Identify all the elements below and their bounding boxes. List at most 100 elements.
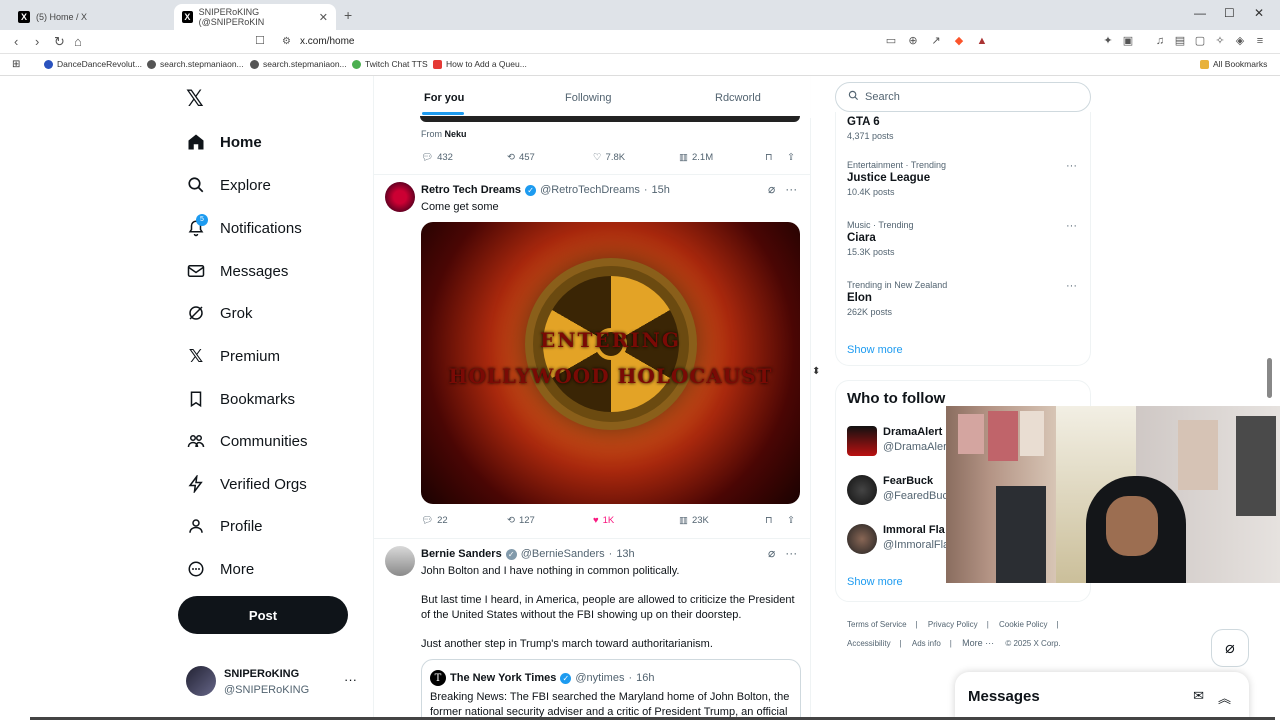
bookmark-page-icon[interactable]: ☐	[255, 34, 265, 47]
repost-button[interactable]: ⟲ 127	[507, 515, 535, 526]
brave-shield-icon[interactable]: ◆	[953, 35, 965, 47]
close-tab-icon[interactable]: ✕	[319, 11, 328, 24]
bookmark-item[interactable]: Twitch Chat TTS	[352, 59, 428, 69]
share-post-icon[interactable]: ⇪	[787, 152, 795, 163]
nav-messages[interactable]: Messages	[186, 261, 288, 281]
nav-premium[interactable]: 𝕏 Premium	[186, 346, 280, 366]
more-dots-icon[interactable]: ···	[1066, 280, 1077, 292]
footer-link[interactable]: Cookie Policy	[999, 620, 1047, 629]
reply-button[interactable]: 💬︎ 22	[421, 515, 448, 526]
more-dots-icon[interactable]: ···	[785, 182, 797, 196]
home-browser-icon[interactable]: ⌂	[74, 34, 82, 49]
author-handle[interactable]: @RetroTechDreams	[540, 184, 640, 196]
bookmark-item[interactable]: search.stepmaniaon...	[250, 59, 347, 69]
reply-button[interactable]: 💬︎ 432	[421, 152, 453, 163]
messages-drawer[interactable]: Messages ✉ ︽	[955, 672, 1249, 720]
music-icon[interactable]: ♫	[1154, 35, 1166, 47]
nav-verified-orgs[interactable]: Verified Orgs	[186, 474, 307, 494]
more-dots-icon[interactable]: ···	[1066, 220, 1077, 232]
repost-button[interactable]: ⟲ 457	[507, 152, 535, 163]
post-button[interactable]: Post	[178, 596, 348, 634]
like-button[interactable]: ♥ 1K	[593, 515, 614, 526]
nav-home[interactable]: Home	[186, 132, 262, 152]
bookmark-item[interactable]: search.stepmaniaon...	[147, 59, 244, 69]
author-name[interactable]: Retro Tech Dreams	[421, 184, 521, 196]
extensions-icon[interactable]: ✦	[1102, 35, 1114, 47]
nav-notifications[interactable]: 5 Notifications	[186, 214, 302, 238]
site-info-icon[interactable]: ⚙	[282, 36, 291, 47]
trend-item[interactable]: GTA 6 4,371 posts	[847, 114, 1077, 141]
url-field[interactable]: x.com/home	[300, 36, 354, 47]
nav-profile[interactable]: Profile	[186, 516, 263, 536]
share-post-icon[interactable]: ⇪	[787, 515, 795, 526]
scrollbar-thumb[interactable]	[1267, 358, 1272, 398]
grok-icon[interactable]: ⌀	[768, 546, 775, 560]
more-dots-icon[interactable]: ···	[785, 546, 797, 560]
footer-link[interactable]: Accessibility	[847, 639, 891, 648]
forward-icon[interactable]: ›	[35, 34, 39, 49]
follow-suggestion[interactable]: FearBuck @FearedBuck	[847, 475, 953, 505]
like-button[interactable]: ♡ 7.8K	[593, 152, 625, 163]
sidebar-toggle-icon[interactable]: ▣	[1122, 35, 1134, 47]
nav-communities[interactable]: Communities	[186, 431, 308, 451]
grok-floating-button[interactable]: ⌀	[1211, 629, 1249, 667]
avatar[interactable]	[385, 546, 415, 576]
bookmark-post-icon[interactable]: ⊓	[765, 515, 772, 526]
footer-link[interactable]: Terms of Service	[847, 620, 907, 629]
maximize-icon[interactable]: ☐	[1224, 6, 1235, 20]
bookmark-item[interactable]: How to Add a Queu...	[433, 59, 527, 69]
nav-grok[interactable]: Grok	[186, 303, 253, 323]
cast-icon[interactable]: ▭	[885, 35, 897, 47]
browser-tab-profile[interactable]: X SNIPERoKING (@SNIPERoKIN ✕	[174, 4, 336, 30]
zoom-icon[interactable]: ⊕	[907, 35, 919, 47]
more-dots-icon[interactable]: ···	[344, 672, 357, 687]
more-dots-icon[interactable]: ···	[1066, 160, 1077, 172]
minimize-icon[interactable]: —	[1194, 6, 1206, 20]
trend-item[interactable]: Entertainment · Trending Justice League …	[847, 160, 1077, 197]
menu-icon[interactable]: ≡	[1254, 35, 1266, 47]
trend-item[interactable]: Music · Trending Ciara 15.3K posts ···	[847, 220, 1077, 257]
tab-for-you[interactable]: For you	[424, 92, 464, 104]
all-bookmarks[interactable]: All Bookmarks	[1200, 59, 1267, 69]
tab-following[interactable]: Following	[565, 92, 611, 104]
post-image[interactable]: ENTERING HOLLYWOOD HOLOCAUST	[421, 222, 800, 504]
share-icon[interactable]: ↗	[930, 35, 942, 47]
account-switcher[interactable]: SNIPERoKING @SNIPERoKING ···	[186, 666, 366, 700]
avatar[interactable]	[385, 182, 415, 212]
reader-icon[interactable]: ▤	[1174, 35, 1186, 47]
footer-more[interactable]: More ···	[962, 638, 994, 648]
new-tab-icon[interactable]: +	[344, 7, 352, 23]
author-handle[interactable]: @BernieSanders	[521, 548, 605, 560]
window-close-icon[interactable]: ✕	[1254, 6, 1264, 20]
reload-icon[interactable]: ↻	[54, 34, 65, 50]
trends-show-more-link[interactable]: Show more	[847, 344, 903, 356]
views-button[interactable]: ▥ 23K	[679, 515, 709, 526]
apps-grid-icon[interactable]: ⊞	[12, 59, 20, 70]
x-logo-icon[interactable]: 𝕏	[186, 86, 204, 112]
new-message-icon[interactable]: ✉	[1193, 688, 1204, 707]
back-icon[interactable]: ‹	[14, 34, 18, 49]
previous-post-media[interactable]	[420, 116, 800, 122]
author-name[interactable]: Bernie Sanders	[421, 548, 502, 560]
brave-rewards-icon[interactable]: ▲	[976, 35, 988, 47]
browser-tab-home[interactable]: X (5) Home / X	[10, 4, 170, 30]
wallet-icon[interactable]: ▢	[1194, 35, 1206, 47]
grok-icon[interactable]: ⌀	[768, 182, 775, 196]
search-box[interactable]: Search	[835, 82, 1091, 112]
post-time[interactable]: 15h	[652, 184, 670, 196]
follow-suggestion[interactable]: Immoral Fla @ImmoralFla	[847, 524, 949, 554]
tab-rdcworld[interactable]: Rdcworld	[715, 92, 761, 104]
nav-more[interactable]: More	[186, 559, 254, 579]
vpn-icon[interactable]: ◈	[1234, 35, 1246, 47]
nav-bookmarks[interactable]: Bookmarks	[186, 389, 295, 409]
bookmark-item[interactable]: DanceDanceRevolut...	[44, 59, 142, 69]
bookmark-post-icon[interactable]: ⊓	[765, 152, 772, 163]
quoted-post[interactable]: T The New York Times ✓ @nytimes · 16h Br…	[421, 659, 801, 720]
post-time[interactable]: 13h	[616, 548, 634, 560]
nav-explore[interactable]: Explore	[186, 175, 271, 195]
search-input[interactable]: Search	[865, 91, 900, 103]
footer-link[interactable]: Privacy Policy	[928, 620, 978, 629]
footer-link[interactable]: Ads info	[912, 639, 941, 648]
leo-icon[interactable]: ✧	[1214, 35, 1226, 47]
views-button[interactable]: ▥ 2.1M	[679, 152, 713, 163]
